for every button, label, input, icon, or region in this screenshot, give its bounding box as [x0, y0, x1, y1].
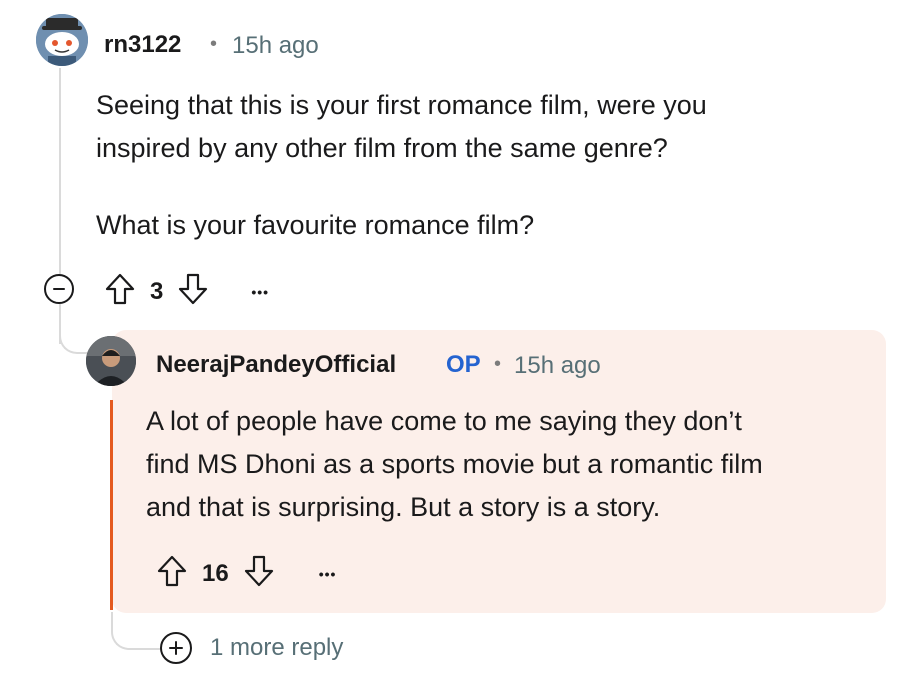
upvote-icon: [157, 555, 187, 587]
comment-timestamp: 15h ago: [232, 32, 319, 59]
reply-username[interactable]: NeerajPandeyOfficial: [156, 351, 396, 379]
op-badge: OP: [446, 351, 481, 378]
upvote-icon: [105, 273, 135, 305]
downvote-button[interactable]: [177, 272, 209, 311]
snoo-avatar-icon: [36, 14, 88, 66]
thread-curve-reply: [59, 318, 89, 354]
avatar-rn3122[interactable]: [36, 14, 88, 66]
downvote-icon: [244, 555, 273, 587]
minus-icon: [53, 288, 65, 290]
vote-count: 16: [202, 559, 229, 587]
thread-line-top: [59, 68, 61, 274]
thread-curve-more: [111, 612, 161, 650]
reply-body-line: and that is surprising. But a story is a…: [146, 492, 661, 522]
comment-body-line: What is your favourite romance film?: [96, 210, 535, 240]
comment-body-line: Seeing that this is your first romance f…: [96, 90, 707, 120]
reply-timestamp: 15h ago: [514, 352, 601, 379]
expand-button[interactable]: [160, 632, 192, 664]
comment-username[interactable]: rn3122: [104, 31, 181, 59]
meta-separator: •: [210, 33, 218, 55]
reply-highlight-bar: [110, 400, 113, 610]
plus-icon: [169, 641, 183, 655]
meta-separator: •: [494, 353, 502, 375]
comment-actions: 3 •••: [104, 272, 269, 311]
more-options-button[interactable]: •••: [251, 284, 269, 300]
more-replies-link[interactable]: 1 more reply: [160, 632, 343, 664]
upvote-button[interactable]: [156, 554, 188, 593]
downvote-icon: [179, 273, 208, 305]
comment-body-line: inspired by any other film from the same…: [96, 133, 668, 163]
reply-actions: 16 •••: [156, 554, 336, 593]
more-replies-label[interactable]: 1 more reply: [210, 634, 343, 662]
downvote-button[interactable]: [243, 554, 275, 593]
avatar-neerajpandey[interactable]: [86, 336, 136, 386]
profile-photo-icon: [86, 336, 136, 386]
collapse-thread-button[interactable]: [44, 274, 74, 304]
upvote-button[interactable]: [104, 272, 136, 311]
more-options-button[interactable]: •••: [319, 566, 337, 582]
vote-count: 3: [150, 277, 164, 305]
reply-body-line: find MS Dhoni as a sports movie but a ro…: [146, 449, 763, 479]
reply-body-line: A lot of people have come to me saying t…: [146, 406, 742, 436]
